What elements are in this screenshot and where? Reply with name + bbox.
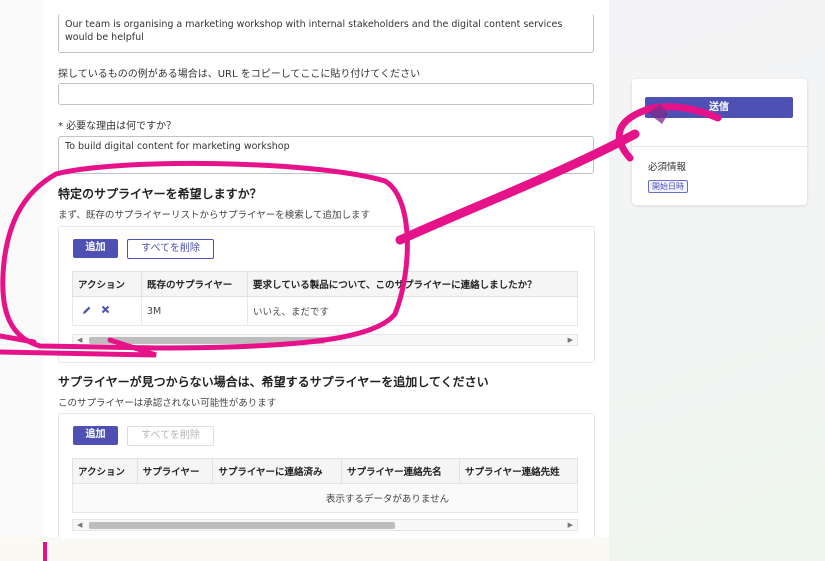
column-header-action[interactable]: アクション xyxy=(72,271,142,297)
sidebar-divider xyxy=(632,146,807,147)
table-header-row: アクション 既存のサプライヤー 要求している製品について、このサプライヤーに連絡… xyxy=(72,271,578,297)
row-actions xyxy=(72,296,142,326)
column-header-contacted[interactable]: サプライヤーに連絡済み xyxy=(212,458,342,484)
column-header-contacted[interactable]: 要求している製品について、このサプライヤーに連絡しましたか？ xyxy=(247,271,578,297)
delete-all-new-suppliers-button[interactable]: すべてを削除 xyxy=(127,426,214,446)
preferred-suppliers-desc: まず、既存のサプライヤーリストからサプライヤーを検索して追加します xyxy=(58,210,370,221)
table-row[interactable]: 3M いいえ、まだです xyxy=(72,296,578,326)
preferred-suppliers-scrollbar[interactable]: ◀ ▶ xyxy=(72,334,578,346)
table-row-empty: 表示するデータがありません xyxy=(72,483,578,513)
cell-supplier: 3M xyxy=(141,296,248,326)
scroll-left-arrow[interactable]: ◀ xyxy=(77,520,82,531)
delete-all-suppliers-button[interactable]: すべてを削除 xyxy=(127,239,214,259)
description-textarea[interactable]: Our team is organising a marketing works… xyxy=(58,14,594,53)
submit-button[interactable]: 送信 xyxy=(645,97,793,118)
required-info-label: 必須情報 xyxy=(648,162,687,173)
column-header-action[interactable]: アクション xyxy=(72,458,138,484)
add-new-supplier-button[interactable]: 追加 xyxy=(73,426,118,445)
scrollbar-thumb[interactable] xyxy=(89,522,395,529)
reason-textarea[interactable]: To build digital content for marketing w… xyxy=(58,136,594,174)
bottom-strip xyxy=(0,537,609,561)
scroll-right-arrow[interactable]: ▶ xyxy=(568,520,573,531)
column-header-existing-supplier[interactable]: 既存のサプライヤー xyxy=(141,271,248,297)
scroll-left-arrow[interactable]: ◀ xyxy=(77,335,82,346)
new-suppliers-desc: このサプライヤーは承認されない可能性があります xyxy=(58,398,277,409)
add-supplier-button[interactable]: 追加 xyxy=(73,239,118,258)
url-input[interactable] xyxy=(58,83,594,105)
new-suppliers-title: サプライヤーが見つからない場合は、希望するサプライヤーを追加してください xyxy=(58,375,489,389)
reason-field-label: * 必要な理由は何ですか？ xyxy=(58,121,177,132)
scrollbar-thumb[interactable] xyxy=(89,337,325,344)
new-suppliers-scrollbar[interactable]: ◀ ▶ xyxy=(72,519,578,531)
edit-pencil-icon[interactable] xyxy=(82,305,92,318)
column-header-contact-first-name[interactable]: サプライヤー連絡先名 xyxy=(340,458,460,484)
scroll-right-arrow[interactable]: ▶ xyxy=(568,335,573,346)
empty-message: 表示するデータがありません xyxy=(72,483,578,513)
required-badge[interactable]: 開始日時 xyxy=(648,180,688,193)
url-field-label: 探しているものの例がある場合は、URL をコピーしてここに貼り付けてください xyxy=(58,69,421,80)
preferred-suppliers-table: アクション 既存のサプライヤー 要求している製品について、このサプライヤーに連絡… xyxy=(72,271,578,326)
new-suppliers-table: アクション サプライヤー サプライヤーに連絡済み サプライヤー連絡先名 サプライ… xyxy=(72,458,579,513)
delete-x-icon[interactable] xyxy=(101,305,110,317)
preferred-suppliers-title: 特定のサプライヤーを希望しますか？ xyxy=(58,187,262,201)
table-header-row: アクション サプライヤー サプライヤーに連絡済み サプライヤー連絡先名 サプライ… xyxy=(72,458,579,484)
column-header-supplier[interactable]: サプライヤー xyxy=(136,458,214,484)
cell-contacted: いいえ、まだです xyxy=(247,296,578,326)
column-header-contact-last-name[interactable]: サプライヤー連絡先姓 xyxy=(458,458,579,484)
